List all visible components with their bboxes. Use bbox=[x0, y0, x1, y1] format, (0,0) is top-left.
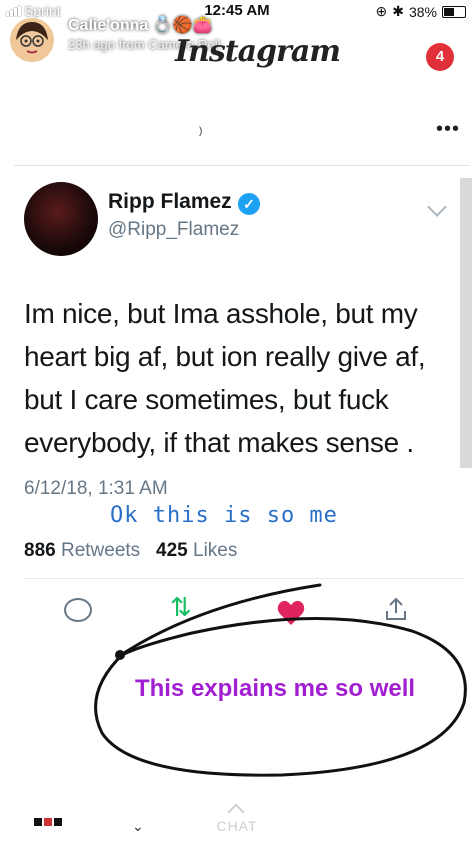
story-avatar[interactable] bbox=[10, 18, 54, 62]
username-emojis: 💍🏀👛 bbox=[152, 17, 213, 34]
instagram-logo: Instagram bbox=[175, 34, 341, 69]
likes-label: Likes bbox=[193, 540, 238, 561]
status-right: ⊕ ✱ 38% bbox=[375, 3, 466, 20]
username-text: Calie'onna bbox=[68, 17, 149, 34]
chat-label[interactable]: CHAT bbox=[0, 818, 474, 834]
more-dots-icon[interactable]: ••• bbox=[436, 118, 460, 141]
tweet-avatar[interactable] bbox=[24, 182, 98, 256]
story-username[interactable]: Calie'onna 💍🏀👛 bbox=[68, 15, 212, 35]
tweet-handle[interactable]: @Ripp_Flamez bbox=[108, 219, 239, 241]
tweet-display-name[interactable]: Ripp Flamez bbox=[108, 190, 232, 214]
lock-rotation-icon: ⊕ bbox=[375, 3, 388, 19]
card-edge bbox=[460, 178, 472, 468]
notification-badge: 4 bbox=[426, 43, 454, 71]
stray-mark: ) bbox=[199, 126, 203, 137]
bluetooth-icon: ✱ bbox=[392, 3, 404, 19]
verified-badge-icon: ✓ bbox=[238, 193, 260, 215]
typed-caption: Ok this is so me bbox=[110, 503, 338, 528]
circled-caption: This explains me so well bbox=[134, 675, 416, 702]
retweet-count: 886 bbox=[24, 540, 56, 561]
tweet-text: Im nice, but Ima asshole, but my heart b… bbox=[24, 298, 426, 458]
tweet-date: 6/12/18, 1:31 AM bbox=[24, 478, 168, 499]
battery-icon bbox=[442, 5, 466, 18]
like-count: 425 bbox=[156, 540, 188, 561]
battery-percent: 38% bbox=[408, 3, 437, 20]
tweet-stats: 886 Retweets 425 Likes bbox=[24, 540, 237, 562]
retweets-label: Retweets bbox=[60, 540, 141, 561]
bitmoji-face-icon bbox=[10, 18, 54, 62]
tweet-divider bbox=[24, 578, 464, 579]
